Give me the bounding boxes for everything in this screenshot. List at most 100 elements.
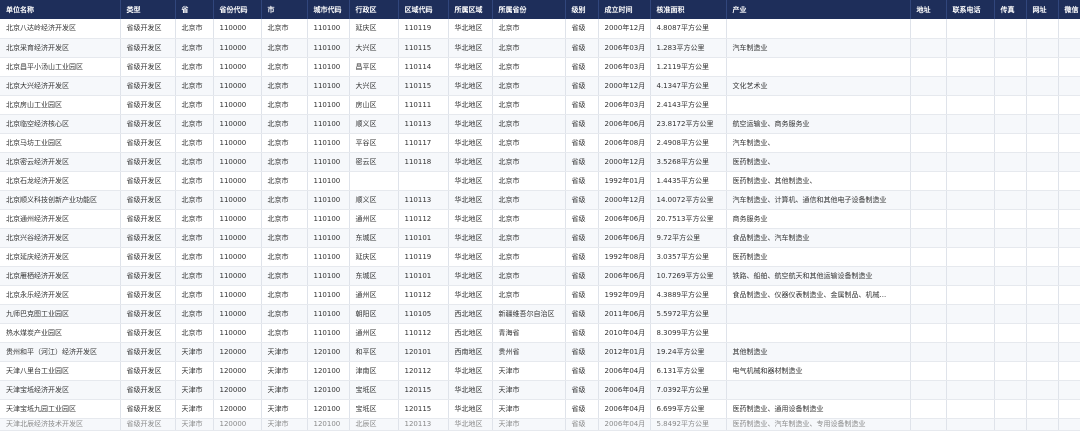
- table-cell[interactable]: 120000: [213, 380, 262, 400]
- table-cell[interactable]: 医药制造业、其他制造业、: [726, 171, 911, 191]
- table-cell[interactable]: 2006年06月: [598, 114, 651, 134]
- table-cell[interactable]: 110119: [398, 247, 449, 267]
- table-cell[interactable]: [1058, 323, 1080, 343]
- table-cell[interactable]: 110112: [398, 285, 449, 305]
- table-cell[interactable]: 北京市: [492, 133, 566, 153]
- table-cell[interactable]: 4.3889平方公里: [650, 285, 727, 305]
- table-cell[interactable]: 密云区: [349, 152, 399, 172]
- table-cell[interactable]: 西北地区: [448, 323, 493, 343]
- table-cell[interactable]: [1026, 76, 1059, 96]
- table-cell[interactable]: 华北地区: [448, 380, 493, 400]
- table-cell[interactable]: 省级: [565, 266, 599, 286]
- table-cell[interactable]: 110100: [307, 190, 350, 210]
- table-cell[interactable]: 2006年04月: [598, 418, 651, 431]
- table-cell[interactable]: [994, 418, 1027, 431]
- table-cell[interactable]: [1058, 399, 1080, 419]
- table-cell[interactable]: 东城区: [349, 228, 399, 248]
- table-cell[interactable]: [994, 95, 1027, 115]
- table-cell[interactable]: 110100: [307, 171, 350, 191]
- table-cell[interactable]: [726, 19, 911, 39]
- table-cell[interactable]: [1058, 171, 1080, 191]
- table-cell[interactable]: 2006年08月: [598, 133, 651, 153]
- table-cell[interactable]: 北京房山工业园区: [0, 95, 121, 115]
- table-cell[interactable]: 110000: [213, 19, 262, 39]
- column-header[interactable]: 核准面积: [650, 0, 727, 19]
- table-cell[interactable]: [910, 285, 947, 305]
- table-row[interactable]: 北京昌平小汤山工业园区 省级开发区 北京市 110000 北京市 110100 昌平区 110…: [0, 57, 1080, 77]
- table-cell[interactable]: 医药制造业、汽车制造业、专用设备制造业: [726, 418, 911, 431]
- table-cell[interactable]: 110115: [398, 38, 449, 58]
- table-cell[interactable]: 天津市: [492, 418, 566, 431]
- table-cell[interactable]: [946, 38, 995, 58]
- table-cell[interactable]: 天津市: [175, 418, 214, 431]
- table-cell[interactable]: 天津市: [175, 361, 214, 381]
- table-cell[interactable]: 商务服务业: [726, 209, 911, 229]
- table-cell[interactable]: [994, 114, 1027, 134]
- table-cell[interactable]: 110118: [398, 152, 449, 172]
- table-cell[interactable]: 10.7269平方公里: [650, 266, 727, 286]
- table-cell[interactable]: 华北地区: [448, 38, 493, 58]
- table-cell[interactable]: 110100: [307, 133, 350, 153]
- table-cell[interactable]: [994, 323, 1027, 343]
- table-cell[interactable]: 110000: [213, 38, 262, 58]
- table-cell[interactable]: 通州区: [349, 209, 399, 229]
- table-cell[interactable]: 2010年04月: [598, 323, 651, 343]
- table-cell[interactable]: 华北地区: [448, 190, 493, 210]
- table-cell[interactable]: 省级: [565, 152, 599, 172]
- table-cell[interactable]: 华北地区: [448, 171, 493, 191]
- table-cell[interactable]: [726, 380, 911, 400]
- table-cell[interactable]: [1058, 247, 1080, 267]
- table-cell[interactable]: 北京市: [261, 266, 308, 286]
- table-cell[interactable]: 华北地区: [448, 209, 493, 229]
- table-cell[interactable]: 120101: [398, 342, 449, 362]
- table-cell[interactable]: [946, 285, 995, 305]
- table-cell[interactable]: 汽车制造业、: [726, 133, 911, 153]
- table-cell[interactable]: 省级: [565, 133, 599, 153]
- table-cell[interactable]: 2006年06月: [598, 209, 651, 229]
- table-cell[interactable]: [910, 247, 947, 267]
- table-cell[interactable]: [1058, 95, 1080, 115]
- table-cell[interactable]: [910, 57, 947, 77]
- table-cell[interactable]: 110112: [398, 323, 449, 343]
- table-cell[interactable]: 航空运输业、商务服务业: [726, 114, 911, 134]
- table-cell[interactable]: 110000: [213, 76, 262, 96]
- table-cell[interactable]: 北京市: [175, 304, 214, 324]
- table-cell[interactable]: 天津市: [492, 361, 566, 381]
- table-cell[interactable]: [994, 266, 1027, 286]
- table-row[interactable]: 北京大兴经济开发区 省级开发区 北京市 110000 北京市 110100 大兴区 11011…: [0, 76, 1080, 96]
- table-cell[interactable]: 110000: [213, 171, 262, 191]
- table-cell[interactable]: 华北地区: [448, 152, 493, 172]
- table-cell[interactable]: 平谷区: [349, 133, 399, 153]
- table-row[interactable]: 北京永乐经济开发区 省级开发区 北京市 110000 北京市 110100 通州区 11011…: [0, 285, 1080, 305]
- table-cell[interactable]: 110114: [398, 57, 449, 77]
- table-cell[interactable]: 5.8492平方公里: [650, 418, 727, 431]
- table-cell[interactable]: 北京兴谷经济开发区: [0, 228, 121, 248]
- table-cell[interactable]: 110100: [307, 266, 350, 286]
- table-cell[interactable]: 省级: [565, 285, 599, 305]
- table-cell[interactable]: 北京马坊工业园区: [0, 133, 121, 153]
- table-cell[interactable]: 110000: [213, 323, 262, 343]
- table-cell[interactable]: 北京市: [175, 114, 214, 134]
- column-header[interactable]: 传真: [994, 0, 1027, 19]
- table-row[interactable]: 热水煤炭产业园区 省级开发区 北京市 110000 北京市 110100 通州区 110112…: [0, 323, 1080, 343]
- column-header[interactable]: 省份代码: [213, 0, 262, 19]
- table-cell[interactable]: [1026, 38, 1059, 58]
- table-cell[interactable]: 北京市: [492, 190, 566, 210]
- table-cell[interactable]: [946, 152, 995, 172]
- table-cell[interactable]: [946, 342, 995, 362]
- table-cell[interactable]: 北京市: [175, 38, 214, 58]
- table-cell[interactable]: 省级: [565, 209, 599, 229]
- table-cell[interactable]: [1026, 152, 1059, 172]
- table-cell[interactable]: [946, 171, 995, 191]
- table-cell[interactable]: 天津市: [261, 361, 308, 381]
- table-cell[interactable]: 110100: [307, 57, 350, 77]
- table-cell[interactable]: [994, 342, 1027, 362]
- table-cell[interactable]: [1058, 380, 1080, 400]
- table-cell[interactable]: 北京市: [261, 304, 308, 324]
- table-cell[interactable]: [910, 228, 947, 248]
- table-cell[interactable]: 省级: [565, 380, 599, 400]
- table-cell[interactable]: 九师巴克图工业园区: [0, 304, 121, 324]
- table-cell[interactable]: 铁路、船舶、航空航天和其他运输设备制造业: [726, 266, 911, 286]
- column-header[interactable]: 所属省份: [492, 0, 566, 19]
- table-cell[interactable]: 110100: [307, 95, 350, 115]
